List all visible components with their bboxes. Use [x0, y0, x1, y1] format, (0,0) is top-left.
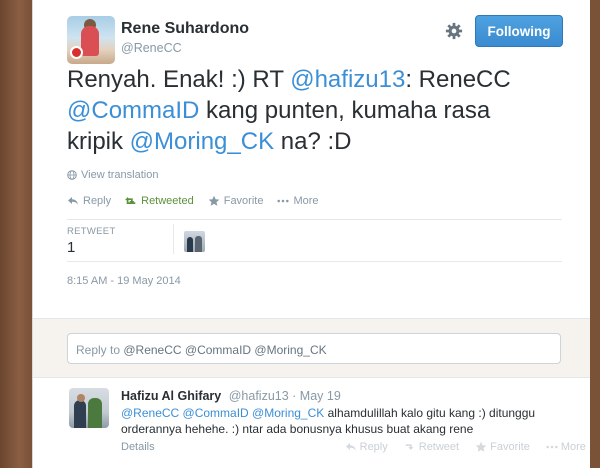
reply-label: Reply	[83, 195, 112, 207]
mention-link[interactable]: @Moring_CK	[130, 128, 274, 155]
retweet-stat-count[interactable]: 1	[67, 239, 75, 256]
reply-button[interactable]: Reply	[67, 195, 111, 207]
tweet-text-part: na? :D	[274, 128, 352, 155]
mention-link[interactable]: @CommaID	[67, 97, 199, 124]
divider	[67, 219, 562, 220]
background-frame-left	[0, 0, 32, 468]
retweet-stat-label[interactable]: RETWEET	[67, 226, 116, 237]
more-label: More	[293, 195, 319, 207]
reply-icon	[68, 197, 78, 205]
more-dots-icon	[546, 445, 558, 449]
avatar-badge	[70, 46, 83, 59]
favorite-label: Favorite	[223, 195, 264, 207]
gear-icon[interactable]	[445, 22, 463, 40]
avatar-figure	[88, 398, 102, 428]
tweet-text-part: : ReneCC	[405, 66, 511, 93]
divider	[173, 224, 174, 254]
view-translation-label: View translation	[81, 169, 159, 181]
avatar-figure-body	[81, 26, 99, 56]
tweet-actions: Reply Retweeted Favorite More	[67, 195, 333, 207]
reply-input[interactable]: Reply to @ReneCC @CommaID @Moring_CK	[67, 333, 561, 364]
tweet-timestamp: 8:15 AM - 19 May 2014	[67, 275, 181, 287]
main-tweet: Rene Suhardono @ReneCC Following Renyah.…	[33, 0, 590, 318]
tweet-text: Renyah. Enak! :) RT @hafizu13: ReneCC @C…	[67, 64, 527, 157]
tweet-permalink-card: Rene Suhardono @ReneCC Following Renyah.…	[32, 0, 590, 468]
reply-date[interactable]: · May 19	[292, 389, 341, 403]
reply-tweet[interactable]: Hafizu Al Ghifary @hafizu13 · May 19 @Re…	[33, 378, 590, 468]
reply-text-part: orderannya hehehe. :) ntar ada bonusnya …	[121, 422, 474, 436]
reply-header: Hafizu Al Ghifary @hafizu13 · May 19	[121, 389, 341, 403]
author-handle[interactable]: @ReneCC	[121, 41, 182, 55]
divider	[67, 261, 562, 262]
background-frame-right	[590, 0, 600, 468]
retweeted-label: Retweeted	[141, 195, 194, 207]
reply-author-handle[interactable]: @hafizu13	[229, 389, 289, 403]
tweet-text-part: Renyah. Enak! :) RT	[67, 66, 291, 93]
reply-action-favorite[interactable]: Favorite	[475, 441, 530, 453]
retweeter-avatar[interactable]	[184, 231, 205, 252]
reply-author-avatar[interactable]	[69, 388, 109, 428]
reply-text-part: alhamdulillah kalo gitu kang :) ditunggu	[324, 406, 536, 420]
reply-action-label: Reply	[359, 441, 388, 453]
details-link[interactable]: Details	[121, 441, 155, 453]
globe-icon	[67, 170, 77, 180]
following-button[interactable]: Following	[475, 15, 563, 47]
more-dots-icon	[277, 199, 290, 203]
reply-action-label: More	[560, 441, 586, 453]
star-icon	[475, 441, 487, 452]
more-button[interactable]: More	[277, 195, 319, 207]
reply-prefix: Reply to	[76, 343, 124, 357]
reply-action-reply[interactable]: Reply	[345, 441, 388, 453]
favorite-button[interactable]: Favorite	[208, 195, 264, 207]
avatar-figure	[74, 400, 86, 428]
author-avatar[interactable]	[67, 16, 115, 64]
retweet-icon	[405, 444, 414, 450]
avatar-figure-head	[77, 394, 85, 402]
reply-footer: Details Reply Retweet Favorite More	[121, 441, 586, 453]
retweet-button[interactable]: Retweeted	[125, 195, 194, 207]
retweet-icon	[125, 197, 136, 204]
reply-author-name[interactable]: Hafizu Al Ghifary	[121, 389, 221, 403]
reply-action-label: Favorite	[490, 441, 530, 453]
mention-link[interactable]: @hafizu13	[290, 66, 405, 93]
reply-mentions: @ReneCC @CommaID @Moring_CK	[123, 343, 327, 357]
star-icon	[208, 195, 220, 206]
avatar-figure	[195, 236, 202, 252]
view-translation-link[interactable]: View translation	[67, 169, 158, 181]
reply-text: @ReneCC @CommaID @Moring_CK alhamdulilla…	[121, 405, 571, 437]
reply-action-label: Retweet	[418, 441, 460, 453]
avatar-figure	[187, 237, 193, 252]
author-name[interactable]: Rene Suhardono	[121, 20, 249, 38]
reply-icon	[345, 443, 356, 451]
reply-action-more[interactable]: More	[546, 441, 586, 453]
reply-section: Reply to @ReneCC @CommaID @Moring_CK	[33, 318, 590, 378]
reply-mentions-link[interactable]: @ReneCC @CommaID @Moring_CK	[121, 406, 324, 420]
reply-action-retweet[interactable]: Retweet	[404, 441, 459, 453]
